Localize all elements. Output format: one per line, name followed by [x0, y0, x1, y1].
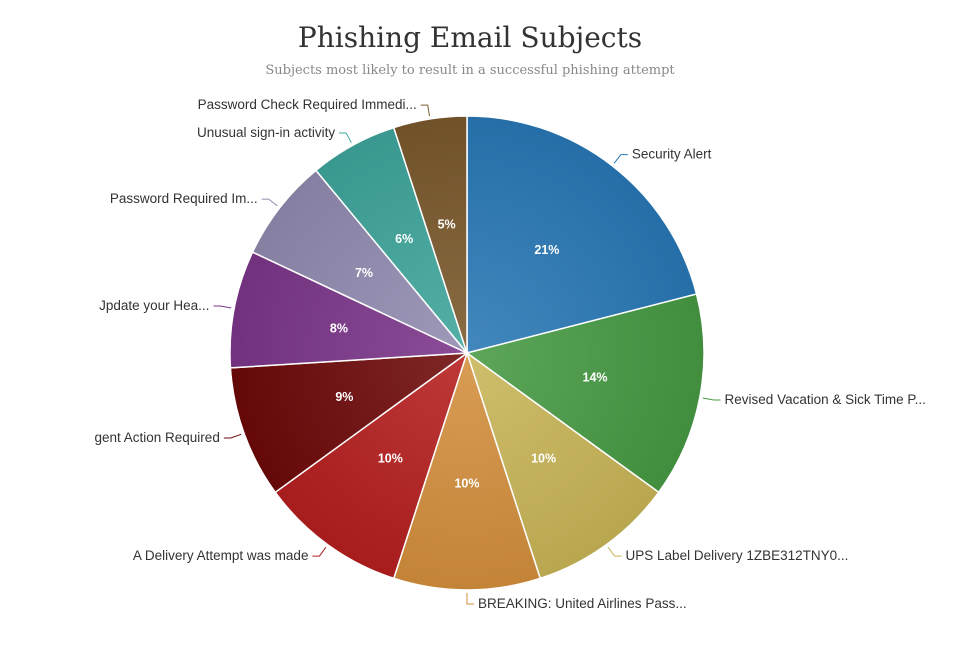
slice-leader-line	[466, 593, 474, 605]
slice-leader-line	[223, 433, 242, 439]
slice-percent-label: 21%	[534, 243, 559, 257]
slice-label: BREAKING: United Airlines Pass...	[478, 596, 687, 611]
slice-percent-label: 10%	[378, 451, 403, 465]
slice-label: Password Check Required Immedi...	[198, 97, 417, 112]
slice-leader-line	[213, 305, 232, 309]
pie-slices	[229, 115, 705, 591]
slice-label: UPS Label Delivery 1ZBE312TNY0...	[626, 548, 849, 563]
slice-percent-label: 5%	[438, 217, 456, 231]
slice-leader-line	[339, 132, 352, 143]
slice-label: A Delivery Attempt was made	[133, 548, 309, 563]
slice-leader-line	[607, 546, 622, 557]
slice-percent-label: 10%	[531, 451, 556, 465]
pie-chart: Phishing Email Subjects Subjects most li…	[94, 21, 926, 611]
slice-percent-label: 8%	[330, 322, 348, 336]
chart-title: Phishing Email Subjects	[298, 21, 642, 54]
slice-leader-line	[613, 154, 628, 164]
slice-percent-label: 10%	[454, 476, 479, 490]
slice-percent-label: 14%	[583, 370, 608, 384]
slice-leader-line	[312, 546, 327, 557]
slice-label: Password Required Im...	[110, 191, 258, 206]
slice-percent-label: 7%	[355, 266, 373, 280]
slice-percent-label: 9%	[335, 390, 353, 404]
slice-label: Revised Vacation & Sick Time P...	[725, 392, 926, 407]
slice-leader-line	[702, 397, 721, 401]
slice-label: gent Action Required	[94, 430, 219, 445]
slice-leader-line	[261, 198, 278, 207]
slice-leader-line	[420, 104, 430, 117]
slice-label: Security Alert	[632, 147, 712, 162]
slice-label: Jpdate your Hea...	[99, 298, 209, 313]
chart-subtitle: Subjects most likely to result in a succ…	[265, 63, 675, 78]
slice-label: Unusual sign-in activity	[197, 125, 335, 140]
slice-percent-label: 6%	[395, 232, 413, 246]
